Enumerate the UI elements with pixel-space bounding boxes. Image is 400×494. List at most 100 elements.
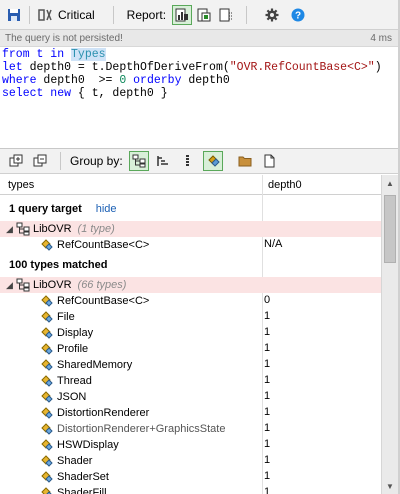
type-name: Profile (57, 343, 89, 355)
collapse-all-icon[interactable] (30, 151, 50, 171)
table-row[interactable]: File 1 (0, 309, 381, 325)
depth-value: 1 (264, 326, 271, 338)
depth-value: 1 (264, 374, 271, 386)
query-line-3: where depth0 >= 0 orderby depth0 (2, 74, 230, 87)
target-group-row[interactable]: ◢ LibOVR (1 type) (0, 221, 381, 237)
matched-group-row[interactable]: ◢ LibOVR (66 types) (0, 277, 381, 293)
matched-header: 100 types matched (9, 259, 108, 271)
class-icon (40, 374, 54, 388)
table-row[interactable]: RefCountBase<C> 0 (0, 293, 381, 309)
group-by-list-icon[interactable] (177, 151, 197, 171)
depth-value: 1 (264, 406, 271, 418)
target-type-row[interactable]: RefCountBase<C> N/A (0, 237, 381, 253)
table-row[interactable]: Display 1 (0, 325, 381, 341)
column-header-types[interactable]: types (8, 179, 34, 191)
collapse-triangle-icon[interactable]: ◢ (6, 224, 16, 235)
query-line-1: from t in Types (2, 48, 106, 61)
type-name: DistortionRenderer+GraphicsState (57, 423, 226, 435)
type-name: DistortionRenderer (57, 407, 150, 419)
scroll-down-arrow-icon[interactable]: ▼ (382, 478, 398, 494)
class-icon (40, 238, 54, 252)
depth-value: 1 (264, 454, 271, 466)
table-row[interactable]: DistortionRenderer 1 (0, 405, 381, 421)
gear-icon[interactable] (262, 5, 282, 25)
class-icon (40, 422, 54, 436)
query-targets-header: 1 query target hide (9, 203, 117, 215)
main-toolbar: Critical Report: ? (0, 0, 400, 30)
class-icon (40, 342, 54, 356)
depth-value: 1 (264, 438, 271, 450)
type-name: HSWDisplay (57, 439, 119, 451)
type-name: RefCountBase<C> (57, 295, 150, 307)
class-icon (40, 326, 54, 340)
depth-value: 1 (264, 342, 271, 354)
assembly-icon (16, 278, 30, 292)
toolbar-divider (246, 5, 248, 24)
scroll-thumb[interactable] (384, 195, 396, 263)
toolbar-divider (60, 152, 61, 170)
results-grid: types depth0 1 query target hide ◢ LibOVR… (0, 175, 381, 494)
group-by-assembly-icon[interactable] (128, 151, 149, 171)
toolbar-divider (112, 5, 114, 24)
class-icon (40, 486, 54, 494)
depth-value: 1 (264, 390, 271, 402)
report-list-icon[interactable] (216, 5, 236, 25)
class-icon (40, 454, 54, 468)
svg-text:?: ? (295, 10, 301, 21)
type-name: Thread (57, 375, 92, 387)
depth-value: 1 (264, 422, 271, 434)
table-row[interactable]: Shader 1 (0, 453, 381, 469)
class-icon (40, 310, 54, 324)
group-by-namespace-icon[interactable] (153, 151, 173, 171)
table-row[interactable]: ShaderFill 1 (0, 485, 381, 494)
class-icon (40, 438, 54, 452)
group-by-label: Group by: (70, 154, 123, 168)
scroll-up-arrow-icon[interactable]: ▲ (382, 175, 398, 191)
query-line-2: let depth0 = t.DepthOfDeriveFrom("OVR.Re… (2, 61, 382, 74)
expand-all-icon[interactable] (6, 151, 26, 171)
column-header-depth0[interactable]: depth0 (268, 179, 302, 191)
critical-label[interactable]: Critical (58, 8, 95, 22)
toolbar-divider (29, 5, 30, 24)
critical-icon[interactable] (35, 5, 55, 25)
report-chart-icon[interactable] (172, 4, 193, 25)
depth-value: 0 (264, 294, 271, 306)
depth-value: 1 (264, 310, 271, 322)
status-bar: The query is not persisted! 4 ms (0, 30, 400, 47)
help-icon[interactable]: ? (288, 5, 308, 25)
group-by-type-icon[interactable] (202, 151, 223, 171)
table-row[interactable]: JSON 1 (0, 389, 381, 405)
depth-value: 1 (264, 470, 271, 482)
query-editor[interactable]: from t in Types let depth0 = t.DepthOfDer… (0, 47, 400, 145)
results-toolbar: Group by: (0, 148, 400, 174)
report-export-icon[interactable] (194, 5, 214, 25)
hide-link[interactable]: hide (96, 203, 117, 215)
depth-value: 1 (264, 358, 271, 370)
grid-header: types depth0 (0, 175, 381, 195)
vertical-scrollbar[interactable]: ▲ ▼ (381, 175, 398, 494)
table-row[interactable]: HSWDisplay 1 (0, 437, 381, 453)
table-row[interactable]: DistortionRenderer+GraphicsState 1 (0, 421, 381, 437)
type-name: ShaderSet (57, 471, 109, 483)
class-icon (40, 294, 54, 308)
query-time: 4 ms (370, 32, 392, 44)
class-icon (40, 358, 54, 372)
query-line-4: select new { t, depth0 } (2, 87, 168, 100)
table-row[interactable]: ShaderSet 1 (0, 469, 381, 485)
type-name: Shader (57, 455, 93, 467)
class-icon (40, 470, 54, 484)
folder-icon[interactable] (235, 151, 255, 171)
type-name: File (57, 311, 75, 323)
type-name: SharedMemory (57, 359, 133, 371)
status-message: The query is not persisted! (5, 32, 123, 44)
type-name: Display (57, 327, 94, 339)
report-label: Report: (126, 7, 167, 22)
type-name: ShaderFill (57, 487, 107, 494)
document-icon[interactable] (259, 151, 279, 171)
table-row[interactable]: Thread 1 (0, 373, 381, 389)
collapse-triangle-icon[interactable]: ◢ (6, 280, 16, 291)
save-icon[interactable] (4, 5, 24, 25)
type-name: JSON (57, 391, 87, 403)
table-row[interactable]: SharedMemory 1 (0, 357, 381, 373)
table-row[interactable]: Profile 1 (0, 341, 381, 357)
